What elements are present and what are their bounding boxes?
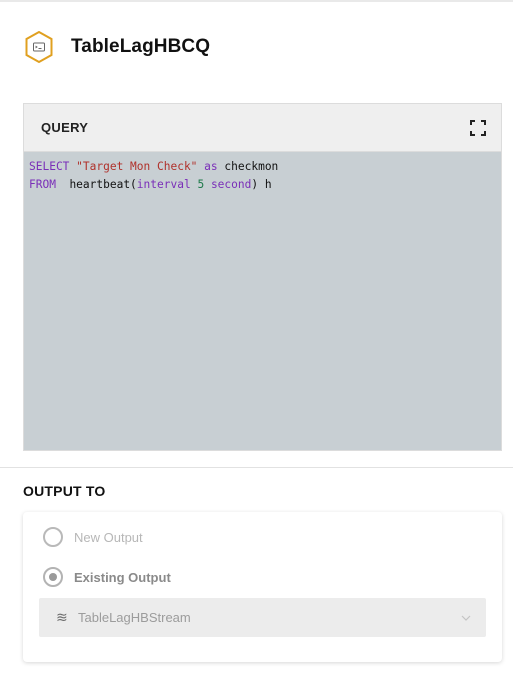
code-identifier: checkmon [224,160,279,173]
stream-select-value: TableLagHBStream [78,610,191,625]
radio-label: New Output [74,529,143,545]
code-identifier: heartbeat( [69,178,137,191]
code-identifier: ) h [251,178,272,191]
stream-icon: ≋ [56,609,68,625]
code-keyword: interval [136,178,191,191]
page-header: TableLagHBCQ [24,30,210,64]
hexagon-query-icon [24,30,54,64]
code-line-1: SELECT "Target Mon Check" as checkmon [29,158,496,176]
code-string: "Target Mon Check" [76,160,198,173]
radio-button[interactable] [43,527,63,547]
query-title: QUERY [41,120,89,135]
radio-label: Existing Output [74,569,171,585]
code-keyword: FROM [29,178,56,191]
code-keyword: SELECT [29,160,70,173]
code-keyword: second [210,178,252,191]
radio-button[interactable] [43,567,63,587]
query-panel: QUERY SELECT "Target Mon Check" as check… [23,103,502,451]
code-number: 5 [197,178,205,191]
page-title: TableLagHBCQ [71,36,211,57]
output-card: New Output Existing Output ≋ TableLagHBS… [23,512,502,662]
stream-select[interactable]: ≋ TableLagHBStream [39,598,486,637]
chevron-down-icon [460,612,472,624]
radio-existing-output[interactable]: Existing Output [43,567,171,587]
query-header: QUERY [24,104,501,152]
radio-new-output[interactable]: New Output [43,527,143,547]
code-line-2: FROM heartbeat(interval 5 second) h [29,176,496,194]
query-editor[interactable]: SELECT "Target Mon Check" as checkmon FRO… [24,152,501,200]
section-divider [0,467,513,468]
output-section-label: OUTPUT TO [23,483,106,499]
fullscreen-icon[interactable] [469,119,487,137]
code-keyword: as [204,160,218,173]
top-border [0,0,513,2]
